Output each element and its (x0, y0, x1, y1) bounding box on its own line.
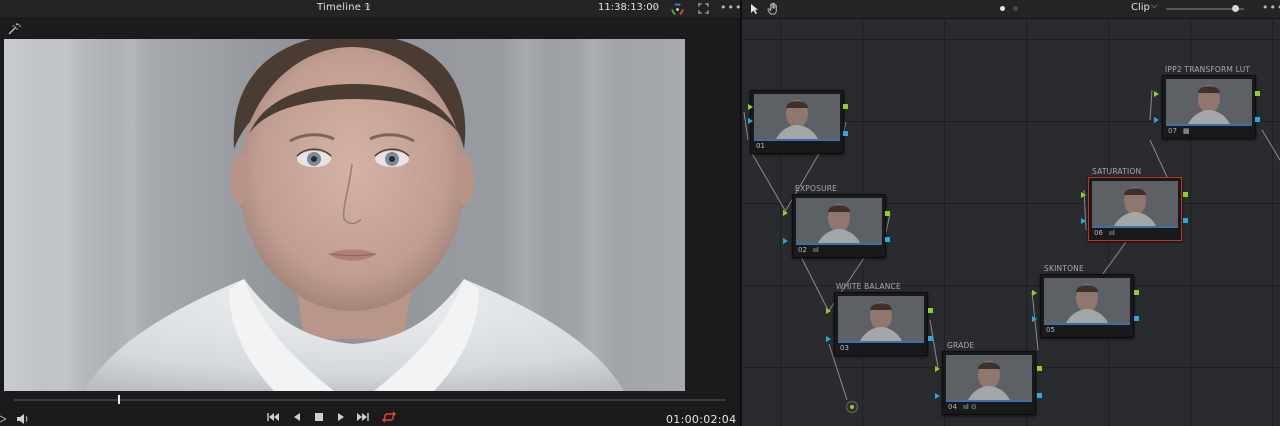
viewer-toolbar (0, 19, 740, 39)
node-output-alpha[interactable] (1255, 117, 1260, 122)
playhead[interactable] (118, 395, 120, 404)
node-thumbnail (946, 355, 1032, 402)
node-editor-header: Clip ⌵ ••• (742, 0, 1280, 19)
node-input-alpha[interactable] (935, 393, 940, 399)
node-number: 02 (798, 246, 807, 254)
magic-wand-icon[interactable] (7, 22, 21, 36)
skip-to-start-icon[interactable] (266, 410, 280, 424)
node-thumbnail (1166, 79, 1252, 126)
chevron-down-icon[interactable]: ⌵ (651, 1, 658, 11)
node-input-rgb[interactable] (1081, 192, 1086, 198)
node-thumbnail (1092, 181, 1178, 228)
color-wheel-icon[interactable] (671, 3, 684, 16)
timeline-selector[interactable]: Timeline 1 (317, 2, 371, 13)
node-label: GRADE (947, 341, 975, 350)
record-timecode[interactable]: 01:00:02:04 (666, 413, 736, 426)
stop-icon[interactable] (312, 410, 326, 424)
node-badges: ııl ⊙ (963, 403, 977, 411)
play-reverse-icon[interactable] (290, 410, 304, 424)
node-thumbnail (796, 198, 882, 245)
node-05[interactable]: 05 (1040, 274, 1134, 338)
node-number: 07 (1168, 127, 1177, 135)
node-number: 01 (756, 142, 765, 150)
node-label: SATURATION (1092, 167, 1142, 176)
node-output-rgb[interactable] (1134, 290, 1139, 295)
chevron-down-icon[interactable]: ⌵ (1151, 1, 1158, 11)
node-editor[interactable]: Clip ⌵ ••• 01 (742, 0, 1280, 426)
transport-controls (0, 408, 740, 426)
node-output-rgb[interactable] (885, 211, 890, 216)
node-07[interactable]: 07 ▦ (1162, 75, 1256, 139)
node-output-rgb[interactable] (1183, 192, 1188, 197)
more-icon[interactable]: ••• (1262, 1, 1280, 14)
loop-icon[interactable] (382, 410, 396, 424)
node-input-rgb[interactable] (783, 210, 788, 216)
node-output-alpha[interactable] (1134, 316, 1139, 321)
node-input-rgb[interactable] (935, 366, 940, 372)
viewer-header: Timeline 1 ⌵ 11:38:13:00 ⌵ ••• (0, 0, 741, 19)
node-thumbnail (1044, 278, 1130, 325)
page-dot-inactive[interactable] (1013, 6, 1018, 11)
expand-icon[interactable] (698, 3, 709, 14)
node-04[interactable]: 04 ııl ⊙ (942, 351, 1036, 415)
node-output-rgb[interactable] (1255, 91, 1260, 96)
video-frame[interactable] (4, 39, 685, 391)
node-01[interactable]: 01 (750, 90, 844, 154)
pointer-icon[interactable] (750, 3, 760, 15)
node-input-alpha[interactable] (1154, 117, 1159, 123)
node-badges: ııl (1109, 229, 1115, 237)
node-06[interactable]: 06 ııl (1088, 177, 1182, 241)
node-badges: ııl (813, 246, 819, 254)
page-dot-active[interactable] (1000, 6, 1005, 11)
node-label: EXPOSURE (795, 184, 838, 193)
node-output-alpha[interactable] (885, 237, 890, 242)
node-input-rgb[interactable] (748, 104, 753, 110)
skip-to-end-icon[interactable] (356, 410, 370, 424)
node-thumbnail (838, 296, 924, 343)
node-label: IPP2 TRANSFORM LUT (1165, 65, 1251, 74)
node-output-alpha[interactable] (928, 336, 933, 341)
hand-icon[interactable] (767, 2, 780, 15)
node-02[interactable]: 02 ııl (792, 194, 886, 258)
viewer-gutter (685, 39, 740, 391)
node-output-rgb[interactable] (843, 104, 848, 109)
viewer-panel: Timeline 1 ⌵ 11:38:13:00 ⌵ ••• 01:00:02:… (0, 0, 741, 426)
node-output-rgb[interactable] (928, 308, 933, 313)
source-timecode[interactable]: 11:38:13:00 (598, 2, 659, 13)
node-input-alpha[interactable] (783, 238, 788, 244)
node-number: 05 (1046, 326, 1055, 334)
node-input-alpha[interactable] (826, 336, 831, 342)
node-label: WHITE BALANCE (836, 282, 901, 291)
zoom-slider-thumb[interactable] (1232, 5, 1239, 12)
node-input-alpha[interactable] (748, 118, 753, 124)
node-input-rgb[interactable] (826, 308, 831, 314)
node-input-rgb[interactable] (1032, 290, 1037, 296)
node-input-rgb[interactable] (1154, 91, 1159, 97)
node-output-rgb[interactable] (1037, 366, 1042, 371)
node-number: 04 (948, 403, 957, 411)
node-thumbnail (754, 94, 840, 141)
node-mode-selector[interactable]: Clip (1131, 2, 1150, 13)
node-output-alpha[interactable] (843, 131, 848, 136)
node-badges: ▦ (1183, 127, 1190, 135)
node-input-alpha[interactable] (1032, 316, 1037, 322)
node-label: SKINTONE (1044, 264, 1084, 273)
scrubber-track[interactable] (14, 399, 726, 401)
node-number: 03 (840, 344, 849, 352)
play-icon[interactable] (334, 410, 348, 424)
node-output-alpha[interactable] (1037, 393, 1042, 398)
node-graph-output[interactable] (846, 401, 858, 413)
node-03[interactable]: 03 (834, 292, 928, 356)
portrait-image (4, 39, 685, 391)
chevron-down-icon[interactable]: ⌵ (364, 1, 371, 11)
node-input-alpha[interactable] (1081, 218, 1086, 224)
node-output-alpha[interactable] (1183, 218, 1188, 223)
node-number: 06 (1094, 229, 1103, 237)
